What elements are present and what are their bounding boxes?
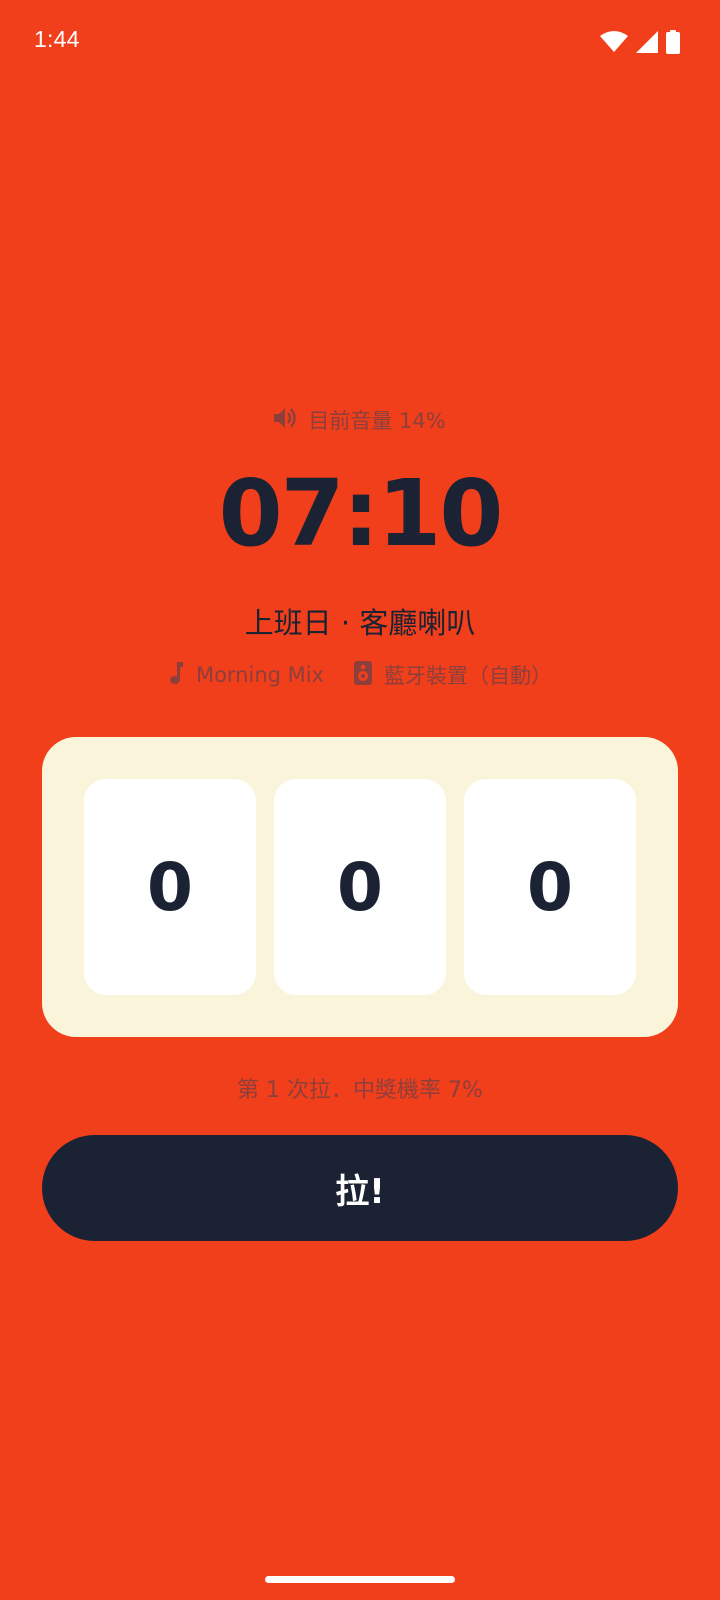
cellular-signal-icon bbox=[636, 31, 658, 53]
wifi-icon bbox=[600, 31, 628, 53]
home-indicator[interactable] bbox=[265, 1576, 455, 1583]
slot-reel-1: 0 bbox=[84, 779, 256, 995]
music-note-icon bbox=[168, 661, 184, 690]
speaker-volume-icon bbox=[274, 407, 298, 434]
slot-reel-2: 0 bbox=[274, 779, 446, 995]
alarm-time: 07:10 bbox=[218, 460, 504, 567]
speaker-device-icon bbox=[354, 660, 373, 690]
device-info: 藍牙裝置（自動） bbox=[354, 660, 552, 690]
status-time: 1:44 bbox=[34, 26, 80, 52]
alarm-name: 上班日 · 客廳喇叭 bbox=[244, 606, 476, 640]
slot-reel-3: 0 bbox=[464, 779, 636, 995]
music-info: Morning Mix bbox=[168, 661, 324, 690]
pull-chance-info: 第 1 次拉．中獎機率 7% bbox=[237, 1078, 483, 1103]
battery-icon bbox=[666, 30, 680, 54]
music-name: Morning Mix bbox=[195, 663, 325, 687]
alarm-meta: Morning Mix 藍牙裝置（自動） bbox=[0, 660, 720, 690]
volume-label: 目前音量 14% bbox=[308, 409, 446, 433]
device-name: 藍牙裝置（自動） bbox=[384, 664, 553, 688]
current-volume: 目前音量 14% bbox=[0, 405, 720, 435]
status-bar: 1:44 bbox=[0, 0, 720, 84]
slot-machine-panel: 0 0 0 bbox=[42, 737, 678, 1037]
pull-button[interactable]: 拉! bbox=[42, 1135, 678, 1241]
status-icons bbox=[600, 30, 680, 54]
